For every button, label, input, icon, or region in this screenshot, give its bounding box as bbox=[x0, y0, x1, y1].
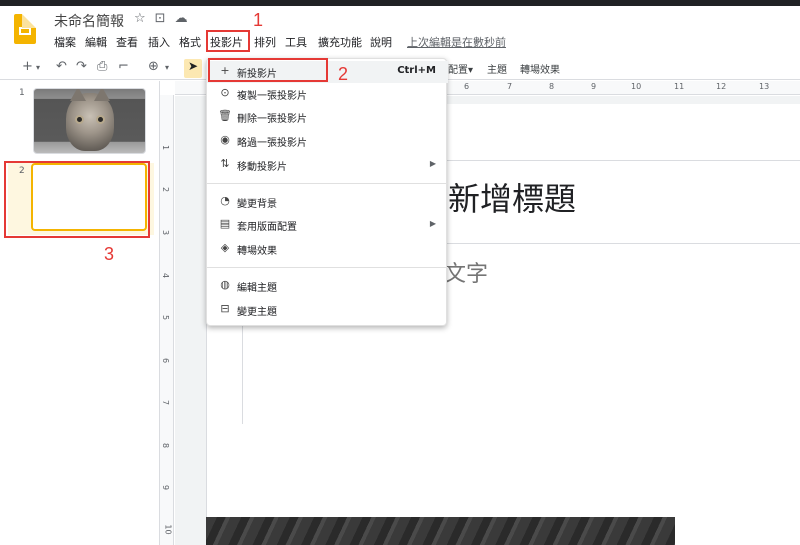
menu-file[interactable]: 檔案 bbox=[54, 34, 76, 50]
menu-insert[interactable]: 插入 bbox=[148, 34, 170, 50]
select-cursor-icon[interactable]: ➤ bbox=[184, 59, 202, 78]
highlight-slide-menu bbox=[206, 30, 250, 52]
layout-icon: ▤ bbox=[219, 217, 231, 230]
palette-icon: ◍ bbox=[220, 278, 230, 291]
menu-item-change-background[interactable]: ◔ 變更背景 bbox=[207, 191, 448, 213]
redo-icon[interactable]: ↷ bbox=[76, 59, 87, 74]
window-top-bar bbox=[0, 0, 800, 6]
new-slide-plus-icon[interactable]: + bbox=[22, 59, 33, 74]
menu-arrange[interactable]: 排列 bbox=[254, 34, 276, 50]
ruler-vertical: 1 2 3 4 5 6 7 8 9 10 bbox=[160, 95, 174, 545]
title-placeholder[interactable]: 新增標題 bbox=[448, 174, 576, 220]
menu-item-skip[interactable]: ◉ 略過一張投影片 bbox=[207, 130, 448, 152]
slides-logo-icon[interactable] bbox=[14, 14, 36, 44]
shortcut-label: Ctrl+M bbox=[397, 65, 436, 76]
new-slide-dropdown-icon[interactable]: ▾ bbox=[36, 63, 40, 72]
menu-tools[interactable]: 工具 bbox=[285, 34, 307, 50]
zoom-icon[interactable]: ⊕ bbox=[148, 59, 159, 74]
duplicate-icon: ⊙ bbox=[220, 86, 230, 99]
menu-item-edit-theme[interactable]: ◍ 編輯主題 bbox=[207, 275, 448, 297]
menu-help[interactable]: 說明 bbox=[370, 34, 392, 50]
slide-number: 1 bbox=[19, 88, 25, 98]
paint-drop-icon: ◔ bbox=[220, 194, 230, 207]
menu-divider bbox=[207, 267, 448, 268]
layout-button[interactable]: 配置▾ bbox=[448, 61, 473, 76]
star-icon[interactable]: ☆ bbox=[134, 11, 155, 26]
menu-item-transition[interactable]: ◈ 轉場效果 bbox=[207, 238, 448, 260]
menu-item-delete[interactable]: 🗑 刪除一張投影片 bbox=[207, 106, 448, 128]
subtitle-placeholder[interactable]: 文字 bbox=[444, 256, 488, 288]
move-icon: ⇅ bbox=[220, 157, 230, 170]
slide-thumbnail-1[interactable] bbox=[33, 88, 146, 154]
transition-icon: ◈ bbox=[220, 241, 230, 254]
menu-view[interactable]: 查看 bbox=[116, 34, 138, 50]
eye-icon: ◉ bbox=[220, 133, 230, 146]
trash-icon: 🗑 bbox=[218, 109, 232, 122]
print-icon[interactable]: ⎙ bbox=[97, 59, 107, 74]
paint-format-icon[interactable]: ⌐ bbox=[118, 59, 129, 74]
submenu-arrow-icon: ▶ bbox=[429, 159, 436, 168]
menu-item-change-theme[interactable]: ⊟ 變更主題 bbox=[207, 299, 448, 321]
menu-format[interactable]: 格式 bbox=[179, 34, 201, 50]
annotation-3: 3 bbox=[104, 244, 115, 264]
annotation-2: 2 bbox=[338, 64, 349, 84]
submenu-arrow-icon: ▶ bbox=[429, 219, 436, 228]
cat-image bbox=[66, 89, 114, 151]
annotation-1: 1 bbox=[253, 10, 264, 30]
undo-icon[interactable]: ↶ bbox=[56, 59, 67, 74]
menu-extensions[interactable]: 擴充功能 bbox=[318, 34, 362, 50]
folder-icon[interactable]: ⊡ bbox=[155, 11, 175, 26]
menu-divider bbox=[207, 183, 448, 184]
highlight-new-slide-item bbox=[208, 58, 328, 82]
menu-item-move[interactable]: ⇅ 移動投影片 ▶ bbox=[207, 154, 448, 176]
menu-edit[interactable]: 編輯 bbox=[85, 34, 107, 50]
theme-button[interactable]: 主題 bbox=[487, 61, 507, 76]
title-icons: ☆⊡☁ bbox=[134, 11, 197, 26]
slide-menu-dropdown: + 新投影片 Ctrl+M ⊙ 複製一張投影片 🗑 刪除一張投影片 ◉ 略過一張… bbox=[206, 58, 448, 326]
theme-icon: ⊟ bbox=[220, 302, 230, 315]
last-edit-link[interactable]: 上次編輯是在數秒前 bbox=[407, 34, 506, 50]
document-title[interactable]: 未命名簡報 bbox=[54, 11, 124, 31]
menu-item-duplicate[interactable]: ⊙ 複製一張投影片 bbox=[207, 83, 448, 105]
cloud-icon[interactable]: ☁ bbox=[175, 11, 197, 26]
zoom-dropdown-icon[interactable]: ▾ bbox=[165, 63, 169, 72]
transition-button[interactable]: 轉場效果 bbox=[520, 61, 560, 76]
slide-image[interactable] bbox=[206, 517, 675, 545]
highlight-new-slide-thumb bbox=[4, 161, 150, 238]
menu-item-apply-layout[interactable]: ▤ 套用版面配置 ▶ bbox=[207, 214, 448, 236]
